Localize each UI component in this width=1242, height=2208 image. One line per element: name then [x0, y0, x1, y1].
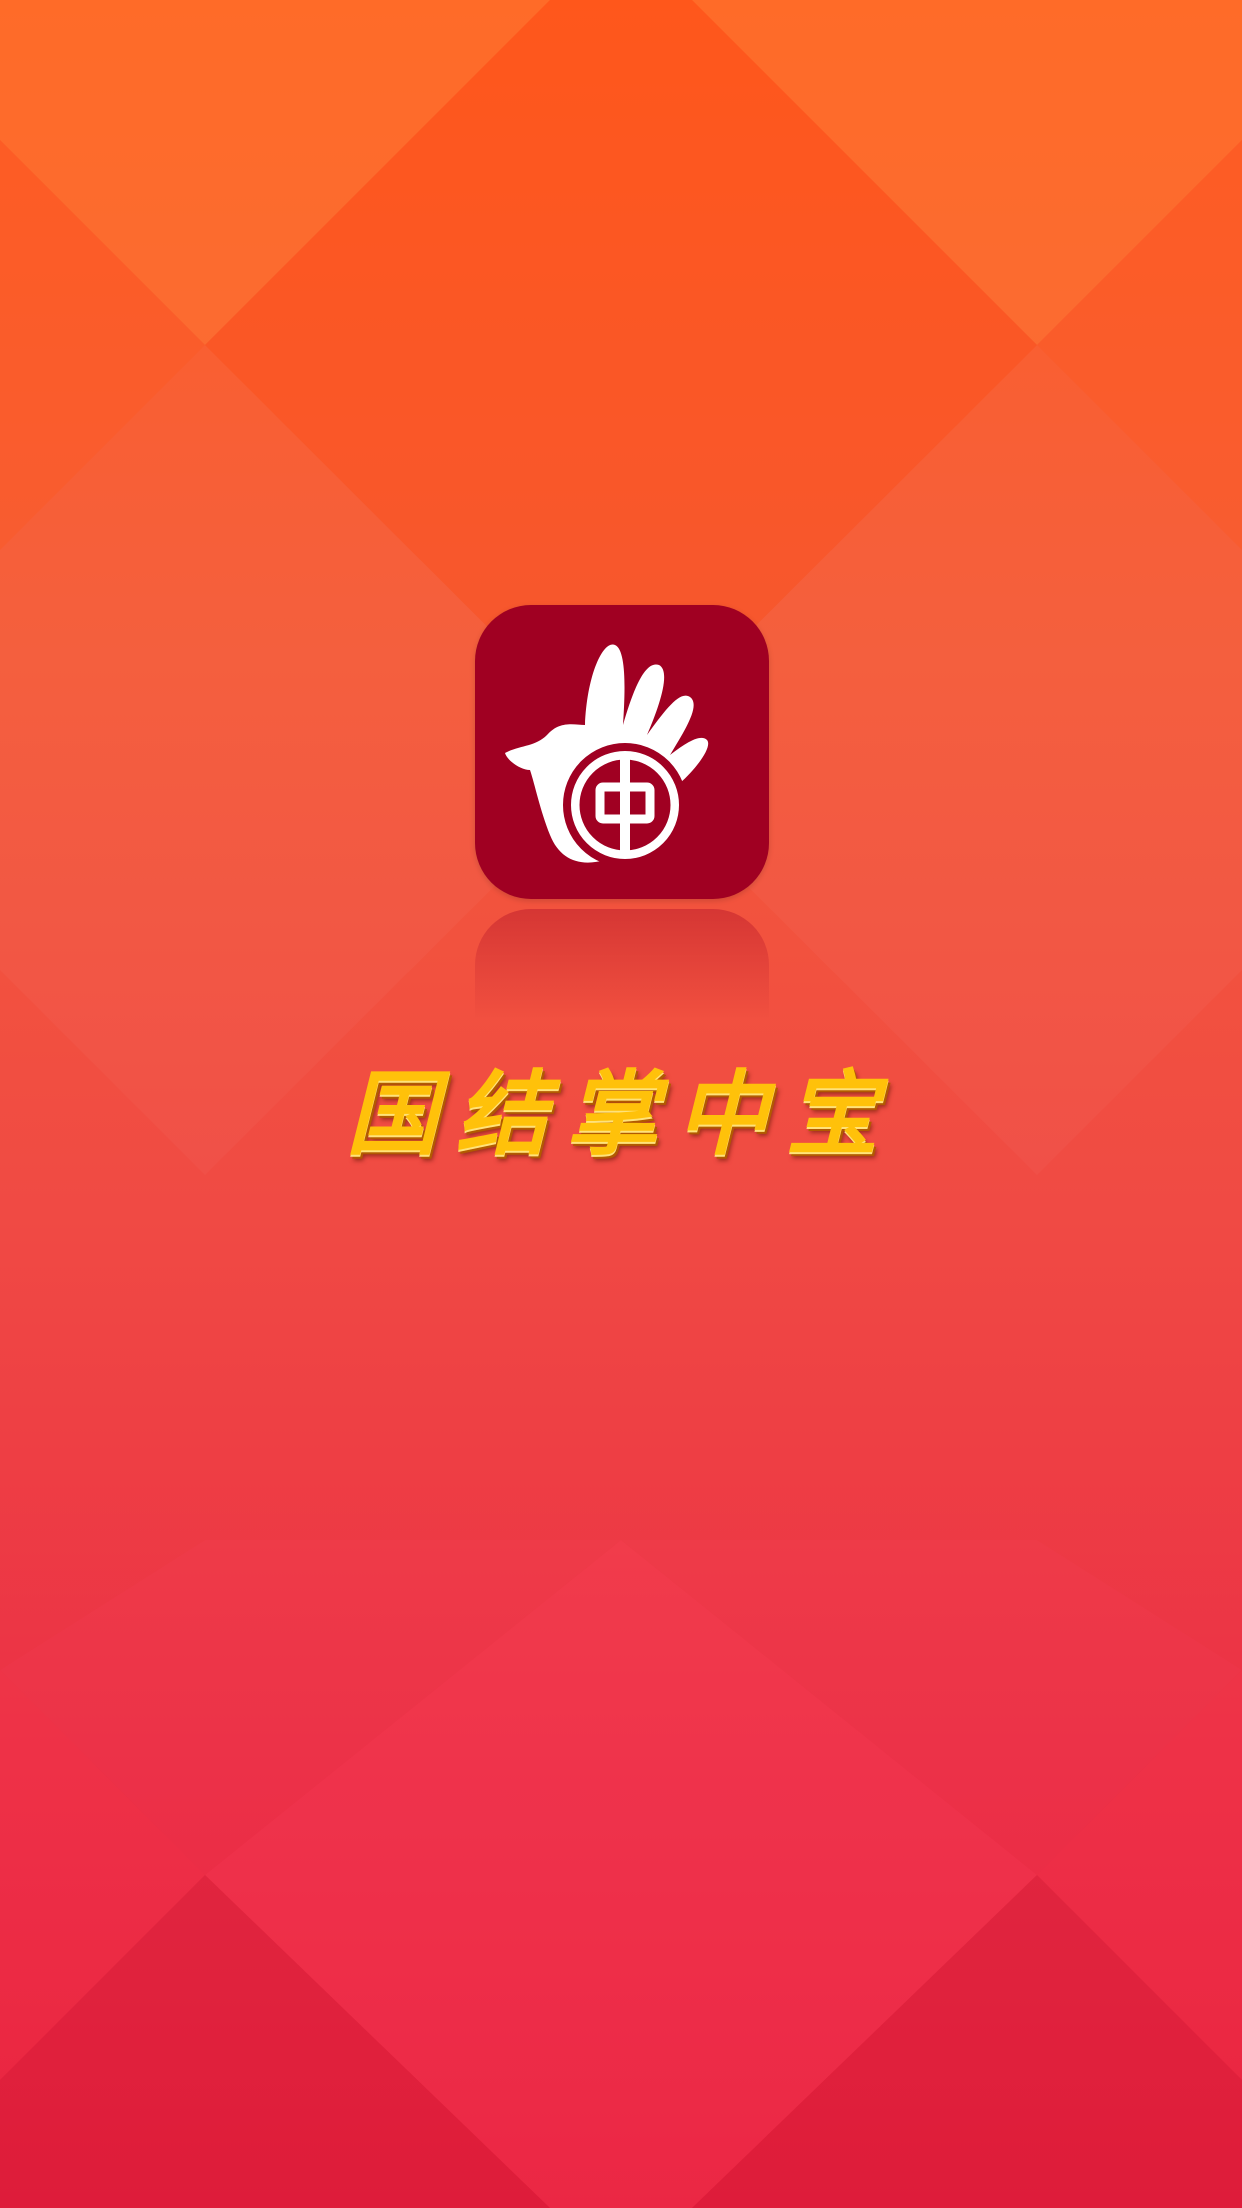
app-title: 国结掌中宝	[345, 1060, 896, 1168]
hand-dove-bank-logo-icon	[475, 605, 769, 899]
app-icon-container	[475, 605, 769, 899]
app-icon-reflection	[475, 909, 769, 1019]
